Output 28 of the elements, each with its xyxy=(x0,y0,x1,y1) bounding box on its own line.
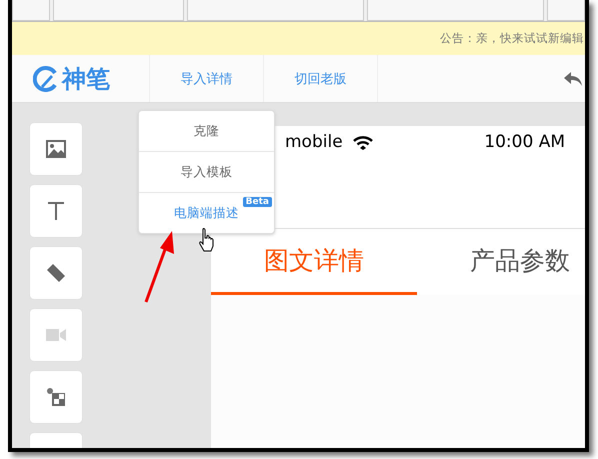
tool-button[interactable] xyxy=(30,247,82,299)
product-tab[interactable]: 产品参数 xyxy=(417,229,585,295)
nav-link[interactable]: 导入详情 xyxy=(150,55,264,102)
ruler-icon xyxy=(47,264,65,282)
nav-link[interactable]: 切回老版 xyxy=(264,55,378,102)
browser-tab[interactable] xyxy=(546,0,585,21)
undo-icon[interactable] xyxy=(563,70,583,86)
menu-item[interactable]: 电脑端描述 Beta xyxy=(139,192,274,233)
modules-icon xyxy=(47,388,65,406)
logo-icon xyxy=(33,66,59,92)
tool-button[interactable] xyxy=(30,371,82,423)
carrier-text: mobile xyxy=(285,132,343,152)
video-camera-icon xyxy=(46,329,66,341)
menu-item[interactable]: 导入模板 xyxy=(139,151,274,192)
tool-button[interactable] xyxy=(30,185,82,237)
time-text: 10:00 AM xyxy=(484,132,565,152)
image-icon xyxy=(46,140,66,158)
browser-tab[interactable] xyxy=(53,0,184,21)
browser-tab[interactable] xyxy=(187,0,364,21)
beta-badge: Beta xyxy=(242,197,272,207)
text-icon xyxy=(48,202,64,220)
wifi-icon xyxy=(352,136,373,150)
menu-item[interactable]: 克隆 xyxy=(139,111,274,151)
browser-tab[interactable] xyxy=(12,0,50,21)
notice-text: 公告：亲，快来试试新编辑 xyxy=(440,31,584,46)
browser-tab[interactable] xyxy=(366,0,544,21)
tool-button[interactable] xyxy=(30,123,82,175)
logo-text: 神笔 xyxy=(62,64,110,94)
